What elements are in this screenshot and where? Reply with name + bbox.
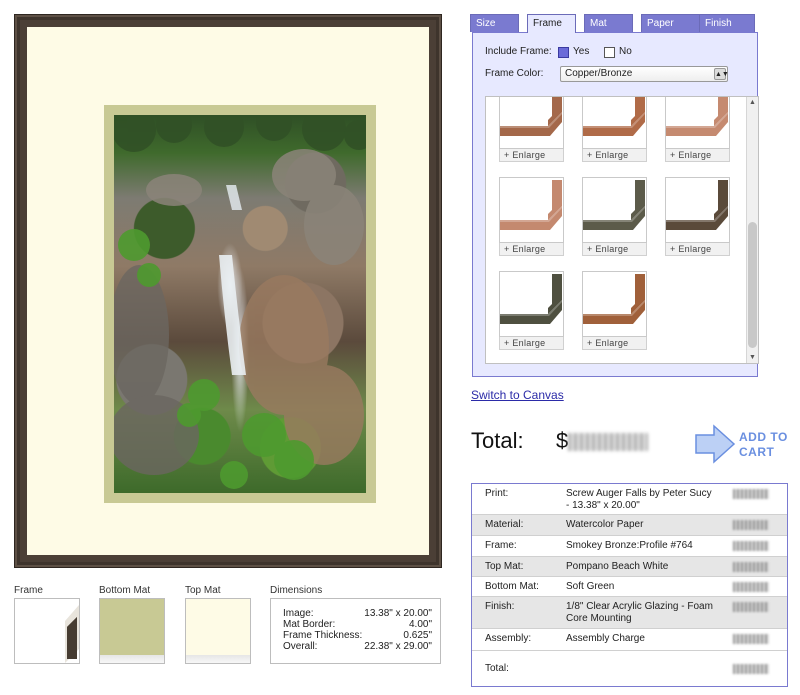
- include-frame-label: Include Frame:: [485, 46, 552, 57]
- frame-option-thumbnail[interactable]: + Enlarge: [582, 177, 647, 257]
- total-value: $: [556, 428, 649, 454]
- redacted-price: [733, 489, 769, 499]
- top-mat-swatch-label: Top Mat: [185, 585, 221, 596]
- summary-row-total: Total:: [472, 651, 787, 686]
- framed-print-preview: [14, 14, 442, 568]
- dimensions-box: Image: 13.38" x 20.00" Mat Border: 4.00" F…: [270, 598, 441, 664]
- add-to-cart-button[interactable]: ADD TO CART: [694, 424, 794, 464]
- summary-row-assembly: Assembly: Assembly Charge: [472, 629, 787, 651]
- enlarge-link[interactable]: + Enlarge: [499, 243, 564, 256]
- summary-row-finish: Finish: 1/8" Clear Acrylic Glazing - Foam…: [472, 597, 787, 629]
- enlarge-link[interactable]: + Enlarge: [582, 243, 647, 256]
- frame-corner-image: [499, 271, 564, 337]
- frame-color-label: Frame Color:: [485, 68, 544, 79]
- bottom-mat-swatch: [99, 598, 165, 664]
- bottom-mat-swatch-label: Bottom Mat: [99, 585, 151, 596]
- include-frame-no-label: No: [619, 46, 632, 57]
- redacted-price: [733, 562, 769, 572]
- enlarge-link[interactable]: + Enlarge: [665, 243, 730, 256]
- summary-row-top-mat: Top Mat: Pompano Beach White: [472, 557, 787, 577]
- redacted-price: [568, 433, 649, 452]
- enlarge-link[interactable]: + Enlarge: [582, 149, 647, 162]
- switch-to-canvas-link[interactable]: Switch to Canvas: [471, 388, 564, 402]
- frame-corner-image: [582, 271, 647, 337]
- frame-corner-image: [582, 97, 647, 149]
- tab-paper[interactable]: Paper: [641, 14, 703, 32]
- top-mat-preview: [27, 27, 429, 555]
- enlarge-link[interactable]: + Enlarge: [665, 149, 730, 162]
- summary-row-print: Print: Screw Auger Falls by Peter Sucy - …: [472, 484, 787, 515]
- bottom-mat-preview: [104, 105, 376, 503]
- frame-list-scrollbar[interactable]: ▲ ▼: [746, 97, 758, 363]
- tab-mat[interactable]: Mat: [584, 14, 633, 32]
- dimension-row: Overall: 22.38" x 29.00": [283, 641, 432, 652]
- scroll-down-icon[interactable]: ▼: [747, 352, 758, 363]
- frame-option-thumbnail[interactable]: + Enlarge: [582, 97, 647, 163]
- summary-row-material: Material: Watercolor Paper: [472, 515, 787, 536]
- enlarge-link[interactable]: + Enlarge: [582, 337, 647, 350]
- summary-row-bottom-mat: Bottom Mat: Soft Green: [472, 577, 787, 597]
- redacted-price: [733, 541, 769, 551]
- frame-options-panel: Include Frame: Yes No Frame Color: Coppe…: [472, 32, 759, 377]
- tab-size[interactable]: Size: [470, 14, 519, 32]
- frame-corner-image: [499, 177, 564, 243]
- total-label: Total:: [471, 428, 524, 453]
- tab-finish[interactable]: Finish: [699, 14, 755, 32]
- redacted-price: [733, 582, 769, 592]
- redacted-price: [733, 520, 769, 530]
- frame-color-select[interactable]: Copper/Bronze ▲▼: [560, 66, 729, 82]
- include-frame-yes-label: Yes: [573, 46, 590, 57]
- frame-swatch-label: Frame: [14, 585, 43, 596]
- frame-option-thumbnail[interactable]: + Enlarge: [665, 177, 730, 257]
- scrollbar-thumb[interactable]: [748, 222, 757, 348]
- redacted-price: [733, 664, 769, 674]
- tab-frame[interactable]: Frame: [527, 14, 576, 33]
- frame-swatch-list: + Enlarge + Enlarge + Enlarge + Enlarge + En…: [485, 96, 759, 364]
- frame-option-thumbnail[interactable]: + Enlarge: [499, 97, 564, 163]
- frame-corner-image: [499, 97, 564, 149]
- add-to-cart-label: ADD TO CART: [739, 430, 788, 459]
- redacted-price: [733, 634, 769, 644]
- frame-option-thumbnail[interactable]: + Enlarge: [665, 97, 730, 163]
- enlarge-link[interactable]: + Enlarge: [499, 149, 564, 162]
- frame-option-thumbnail[interactable]: + Enlarge: [499, 177, 564, 257]
- dimension-row: Mat Border: 4.00": [283, 619, 432, 630]
- scroll-up-icon[interactable]: ▲: [747, 97, 758, 108]
- frame-swatch: [14, 598, 80, 664]
- top-mat-swatch: [185, 598, 251, 664]
- frame-option-thumbnail[interactable]: + Enlarge: [582, 271, 647, 351]
- dimension-row: Image: 13.38" x 20.00": [283, 608, 432, 619]
- include-frame-no-checkbox[interactable]: [604, 47, 615, 58]
- redacted-price: [733, 602, 769, 612]
- frame-option-thumbnail[interactable]: + Enlarge: [499, 271, 564, 351]
- enlarge-link[interactable]: + Enlarge: [499, 337, 564, 350]
- dimension-row: Frame Thickness: 0.625": [283, 630, 432, 641]
- frame-corner-image: [665, 177, 730, 243]
- frame-corner-image: [582, 177, 647, 243]
- include-frame-yes-checkbox[interactable]: [558, 47, 569, 58]
- select-arrows-icon: ▲▼: [714, 68, 729, 80]
- order-summary-table: Print: Screw Auger Falls by Peter Sucy - …: [471, 483, 788, 687]
- arrow-right-icon: [695, 424, 736, 464]
- waterfall-photo: [114, 115, 366, 493]
- dimensions-label: Dimensions: [270, 585, 323, 596]
- summary-row-frame: Frame: Smokey Bronze:Profile #764: [472, 536, 787, 557]
- frame-corner-image: [665, 97, 730, 149]
